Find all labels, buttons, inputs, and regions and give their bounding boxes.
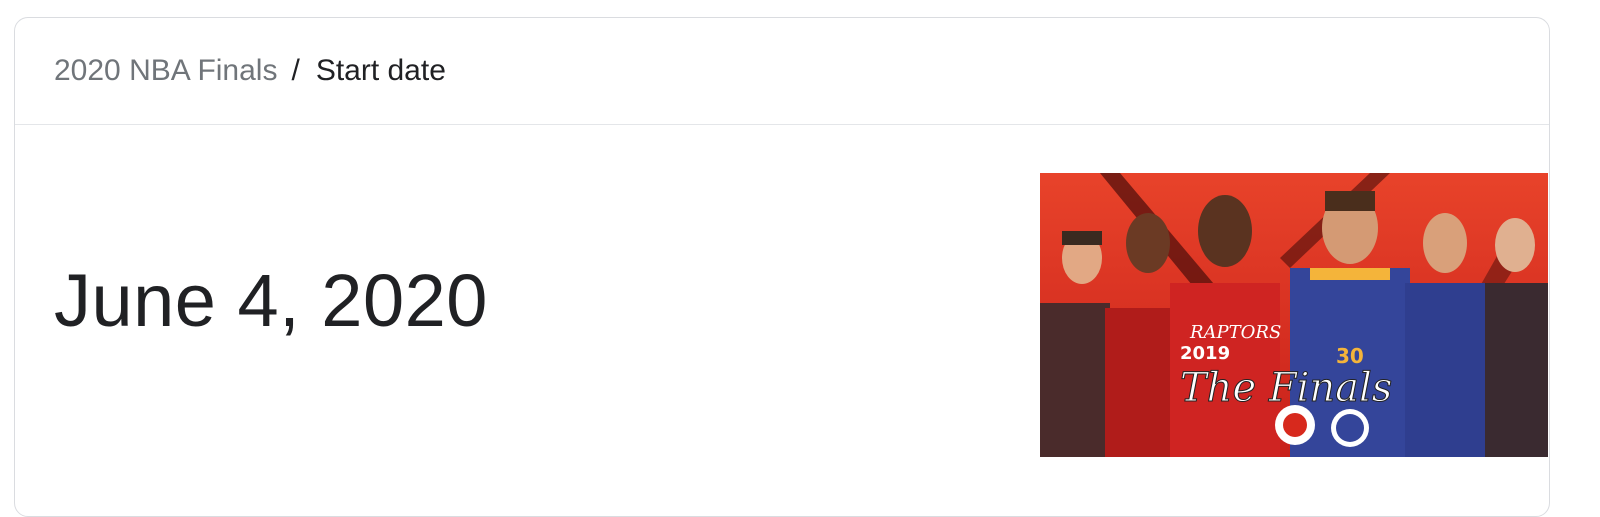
- answer-value: June 4, 2020: [54, 259, 488, 342]
- breadcrumb-separator: /: [291, 54, 300, 87]
- finals-poster-illustration: RAPTORS 30 2019 The Finals: [1040, 173, 1548, 457]
- jersey-text: RAPTORS: [1189, 322, 1281, 343]
- breadcrumb-current: Start date: [315, 54, 446, 87]
- breadcrumb: 2020 NBA Finals / Start date: [15, 18, 1549, 125]
- finals-poster-image[interactable]: RAPTORS 30 2019 The Finals: [1040, 173, 1548, 457]
- breadcrumb-parent-link[interactable]: 2020 NBA Finals: [54, 54, 277, 88]
- logo-year: 2019: [1180, 343, 1230, 364]
- logo-text: The Finals: [1180, 365, 1392, 411]
- knowledge-card: 2020 NBA Finals / Start date June 4, 202…: [14, 17, 1550, 517]
